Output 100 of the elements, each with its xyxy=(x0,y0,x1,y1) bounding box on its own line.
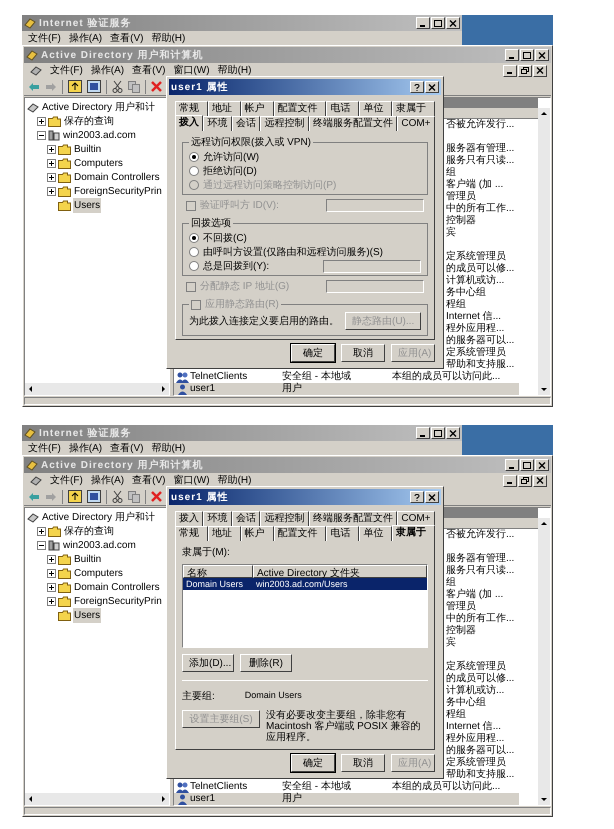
radio-button[interactable] xyxy=(189,166,199,176)
remove-button[interactable]: 删除(R) xyxy=(240,654,292,672)
ok-button[interactable]: 确定 xyxy=(291,344,335,362)
expand-icon[interactable] xyxy=(47,172,56,182)
tab[interactable]: COM+ xyxy=(397,116,435,131)
radio-button[interactable] xyxy=(189,152,199,162)
close-button[interactable] xyxy=(446,427,460,439)
column-header[interactable]: Active Directory 文件夹 xyxy=(253,565,427,578)
list-row[interactable]: user1 用户 xyxy=(174,793,519,805)
copy-icon[interactable] xyxy=(128,490,140,502)
add-button[interactable]: 添加(D)... xyxy=(182,654,234,672)
minimize-button[interactable] xyxy=(416,427,430,439)
vertical-scrollbar[interactable] xyxy=(538,108,550,395)
tree-item[interactable]: Domain Controllers xyxy=(73,580,161,594)
menu-item[interactable]: 操作(A) xyxy=(90,63,124,78)
close-button[interactable] xyxy=(535,459,549,471)
tab[interactable]: 会话 xyxy=(232,511,260,526)
menu-item[interactable]: 帮助(H) xyxy=(218,473,252,488)
restore-button[interactable] xyxy=(518,64,532,76)
tree-item[interactable]: Active Directory 用户和计 xyxy=(41,100,156,114)
menu-item[interactable]: 窗口(W) xyxy=(173,473,210,488)
tab[interactable]: 地址 xyxy=(208,101,241,116)
expand-icon[interactable] xyxy=(47,554,56,564)
tab[interactable]: 环境 xyxy=(203,511,232,526)
close-button[interactable] xyxy=(535,49,549,61)
tab[interactable]: 地址 xyxy=(208,526,241,541)
tree-item[interactable]: Builtin xyxy=(73,552,102,566)
copy-icon[interactable] xyxy=(128,80,140,92)
menu-item[interactable]: 帮助(H) xyxy=(151,31,186,46)
delete-icon[interactable] xyxy=(151,491,162,502)
radio-button[interactable] xyxy=(189,247,199,257)
menu-item[interactable]: 操作(A) xyxy=(68,441,102,456)
minimize-button[interactable] xyxy=(503,64,517,76)
tab[interactable]: 远程控制 xyxy=(260,116,309,131)
help-button[interactable] xyxy=(410,491,424,503)
close-button[interactable] xyxy=(533,474,547,486)
tab[interactable]: 单位 xyxy=(359,101,392,116)
column-header[interactable]: 名称 xyxy=(183,565,253,578)
menu-item[interactable]: 窗口(W) xyxy=(173,63,210,78)
menu-item[interactable]: 文件(F) xyxy=(50,63,83,78)
help-button[interactable] xyxy=(410,81,424,93)
tab[interactable]: 终端服务配置文件 xyxy=(308,116,398,131)
menu-item[interactable]: 查看(V) xyxy=(132,473,166,488)
scissors-icon[interactable] xyxy=(112,490,123,503)
tree-item[interactable]: win2003.ad.com xyxy=(62,538,137,552)
pane-icon[interactable] xyxy=(87,80,101,93)
tree-item[interactable]: Computers xyxy=(73,566,124,580)
tree-item[interactable]: Domain Controllers xyxy=(73,170,161,184)
expand-icon[interactable] xyxy=(47,596,56,606)
tab[interactable]: 环境 xyxy=(203,116,232,131)
tree-item[interactable]: Computers xyxy=(73,156,124,170)
tab[interactable]: 常规 xyxy=(175,101,208,116)
tab[interactable]: 帐户 xyxy=(240,526,274,541)
expand-icon[interactable] xyxy=(47,568,56,578)
minimize-button[interactable] xyxy=(503,474,517,486)
vertical-scrollbar[interactable] xyxy=(538,518,550,805)
radio-button[interactable] xyxy=(189,261,199,271)
tab[interactable]: 隶属于 xyxy=(392,101,436,116)
tab[interactable]: 隶属于 xyxy=(392,525,436,541)
tab[interactable]: 帐户 xyxy=(240,101,274,116)
folder-up-icon[interactable] xyxy=(68,490,82,503)
menu-item[interactable]: 查看(V) xyxy=(110,31,144,46)
tab[interactable]: 拨入 xyxy=(175,511,204,526)
list-row[interactable]: TelnetClients 安全组 - 本地域 本组的成员可以访问此... xyxy=(174,371,519,383)
close-button[interactable] xyxy=(425,81,439,93)
ok-button[interactable]: 确定 xyxy=(291,754,335,772)
expand-icon[interactable] xyxy=(37,116,46,126)
collapse-icon[interactable] xyxy=(37,130,46,140)
menu-item[interactable]: 操作(A) xyxy=(90,473,124,488)
maximize-button[interactable] xyxy=(431,427,445,439)
tree-item[interactable]: ForeignSecurityPrin xyxy=(73,594,163,608)
close-button[interactable] xyxy=(425,491,439,503)
menu-item[interactable]: 帮助(H) xyxy=(218,63,252,78)
list-row[interactable]: user1 用户 xyxy=(174,383,519,395)
tree-item[interactable]: 保存的查询 xyxy=(63,114,115,128)
minimize-button[interactable] xyxy=(505,459,519,471)
radio-button[interactable] xyxy=(189,233,199,243)
cancel-button[interactable]: 取消 xyxy=(341,754,385,772)
collapse-icon[interactable] xyxy=(37,540,46,550)
menu-item[interactable]: 帮助(H) xyxy=(151,441,186,456)
minimize-button[interactable] xyxy=(416,17,430,29)
maximize-button[interactable] xyxy=(431,17,445,29)
horizontal-scrollbar[interactable] xyxy=(25,383,169,395)
minimize-button[interactable] xyxy=(505,49,519,61)
tab[interactable]: 拨入 xyxy=(175,115,204,131)
tab[interactable]: 配置文件 xyxy=(274,526,326,541)
expand-icon[interactable] xyxy=(47,158,56,168)
tab[interactable]: 远程控制 xyxy=(260,511,309,526)
expand-icon[interactable] xyxy=(47,582,56,592)
folder-up-icon[interactable] xyxy=(68,80,82,93)
horizontal-scrollbar[interactable] xyxy=(25,793,169,805)
pane-icon[interactable] xyxy=(87,490,101,503)
tree-item[interactable]: 保存的查询 xyxy=(63,524,115,538)
tab[interactable]: 常规 xyxy=(175,526,208,541)
tree-item[interactable]: Users xyxy=(73,608,102,622)
scissors-icon[interactable] xyxy=(112,80,123,93)
expand-icon[interactable] xyxy=(47,186,56,196)
menu-item[interactable]: 文件(F) xyxy=(50,473,83,488)
delete-icon[interactable] xyxy=(151,81,162,92)
list-row[interactable]: Domain Users win2003.ad.com/Users xyxy=(183,578,427,590)
